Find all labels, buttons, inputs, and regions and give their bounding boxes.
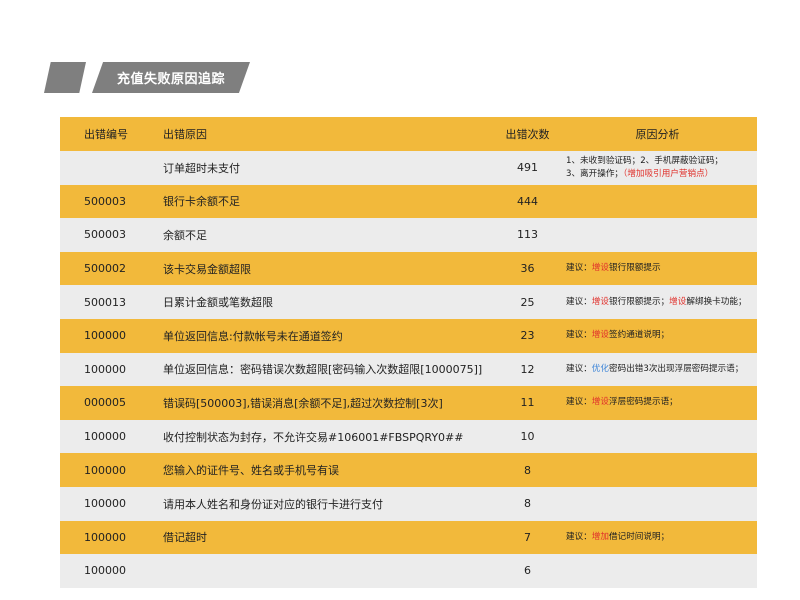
table-row: 100000 请用本人姓名和身份证对应的银行卡进行支付 8 (60, 486, 757, 521)
row-count: 444 (517, 194, 538, 208)
table-row: 000005 错误码[500003],错误消息[余额不足],超过次数控制[3次]… (60, 386, 757, 420)
analysis-text: 签约通道说明； (609, 330, 670, 341)
analysis-text: 银行限额提示； (609, 296, 670, 307)
row-reason: 银行卡余额不足 (163, 195, 240, 209)
row-code: 100000 (84, 463, 126, 477)
row-code: 500003 (84, 228, 126, 242)
row-analysis: 1、未收到验证码；2、手机屏蔽验证码； 3、离开操作；（增加吸引用户营销点） (558, 155, 757, 181)
row-reason: 订单超时未支付 (163, 161, 240, 175)
row-count: 8 (524, 497, 531, 511)
row-code: 500013 (84, 295, 126, 309)
table-row: 订单超时未支付 491 1、未收到验证码；2、手机屏蔽验证码； 3、离开操作；（… (60, 151, 757, 185)
row-code: 500003 (84, 194, 126, 208)
row-count: 23 (520, 329, 535, 343)
row-count: 36 (520, 262, 535, 276)
header-code: 出错编号 (84, 128, 128, 141)
row-count: 113 (517, 228, 538, 242)
table-row: 100000 单位返回信息:付款帐号未在通道签约 23 建议：增设签约通道说明； (60, 318, 757, 353)
row-count: 491 (517, 161, 538, 175)
table-row: 500002 该卡交易金额超限 36 建议：增设银行限额提示 (60, 251, 757, 286)
row-analysis: 建议：优化密码出错3次出现浮层密码提示语； (558, 363, 757, 376)
table-row: 100000 单位返回信息：密码错误次数超限[密码输入次数超限[1000075]… (60, 352, 757, 387)
analysis-highlight: 增设 (591, 330, 609, 341)
table-row: 100000 收付控制状态为封存，不允许交易#106001#FBSPQRY0##… (60, 419, 757, 454)
header-analysis: 原因分析 (635, 127, 680, 141)
analysis-text: 建议： (566, 263, 592, 274)
row-code: 100000 (84, 329, 126, 343)
row-analysis: 建议：增设签约通道说明； (558, 329, 757, 342)
analysis-highlight: 增设 (591, 397, 609, 408)
row-count: 10 (520, 430, 535, 444)
row-reason: 请用本人姓名和身份证对应的银行卡进行支付 (163, 497, 383, 511)
section-tab-marker (44, 62, 86, 93)
row-reason: 错误码[500003],错误消息[余额不足],超过次数控制[3次] (163, 396, 443, 410)
analysis-text: 解绑换卡功能； (686, 296, 747, 307)
row-count: 6 (524, 564, 531, 578)
row-count: 11 (520, 396, 535, 410)
analysis-highlight: 增设 (591, 296, 609, 307)
row-reason: 单位返回信息：密码错误次数超限[密码输入次数超限[1000075]] (163, 363, 483, 377)
analysis-text: 密码出错3次出现浮层密码提示语； (609, 363, 744, 374)
analysis-highlight: 增设 (669, 296, 687, 307)
analysis-text: 建议： (566, 296, 592, 307)
row-analysis: 建议：增加借记时间说明； (558, 531, 757, 544)
row-analysis: 建议：增设银行限额提示；增设解绑换卡功能； (558, 296, 757, 309)
row-analysis: 建议：增设银行限额提示 (558, 262, 757, 275)
row-code: 100000 (84, 430, 126, 444)
row-reason: 余额不足 (163, 228, 207, 242)
row-count: 7 (524, 530, 531, 544)
page-title: 充值失败原因追踪 (92, 62, 250, 93)
analysis-text: 借记时间说明； (609, 531, 670, 542)
analysis-text: 建议： (566, 397, 592, 408)
analysis-text: 建议： (566, 363, 592, 374)
row-code: 100000 (84, 530, 126, 544)
header-count: 出错次数 (505, 128, 550, 141)
analysis-text: 银行限额提示 (609, 263, 661, 274)
analysis-text: 建议： (566, 330, 592, 341)
analysis-highlight: 增设 (591, 263, 609, 274)
table-row: 100000 6 (60, 554, 757, 588)
analysis-text: 建议： (566, 531, 592, 542)
row-code: 100000 (84, 564, 126, 578)
analysis-text: 3、离开操作； (566, 168, 624, 179)
row-reason: 单位返回信息:付款帐号未在通道签约 (163, 329, 343, 343)
analysis-highlight: 增加 (591, 531, 609, 542)
row-reason: 您输入的证件号、姓名或手机号有误 (163, 464, 339, 478)
analysis-highlight: （增加吸引用户营销点） (623, 168, 714, 179)
row-count: 12 (520, 362, 535, 376)
table-row: 100000 借记超时 7 建议：增加借记时间说明； (60, 520, 757, 555)
row-reason: 日累计金额或笔数超限 (163, 296, 273, 310)
table-header: 出错编号 出错原因 出错次数 原因分析 (60, 117, 757, 151)
row-code: 100000 (84, 362, 126, 376)
row-count: 8 (524, 463, 531, 477)
analysis-line: 3、离开操作；（增加吸引用户营销点） (566, 168, 757, 181)
analysis-highlight: 优化 (591, 363, 609, 374)
header-reason: 出错原因 (163, 128, 207, 141)
analysis-line: 1、未收到验证码；2、手机屏蔽验证码； (566, 155, 724, 166)
table-row: 500003 银行卡余额不足 444 (60, 184, 757, 219)
row-count: 25 (520, 295, 535, 309)
table-row: 500013 日累计金额或笔数超限 25 建议：增设银行限额提示；增设解绑换卡功… (60, 285, 757, 319)
row-code: 100000 (84, 497, 126, 511)
row-code: 500002 (84, 262, 126, 276)
table-row: 100000 您输入的证件号、姓名或手机号有误 8 (60, 453, 757, 487)
analysis-text: 浮层密码提示语； (609, 397, 678, 408)
row-analysis: 建议：增设浮层密码提示语； (558, 396, 757, 409)
table-row: 500003 余额不足 113 (60, 218, 757, 252)
row-code: 000005 (84, 396, 126, 410)
failure-reason-table: 出错编号 出错原因 出错次数 原因分析 订单超时未支付 491 1、未收到验证码… (60, 117, 757, 588)
row-reason: 借记超时 (163, 531, 207, 545)
row-reason: 收付控制状态为封存，不允许交易#106001#FBSPQRY0## (163, 430, 464, 444)
row-reason: 该卡交易金额超限 (163, 262, 251, 276)
